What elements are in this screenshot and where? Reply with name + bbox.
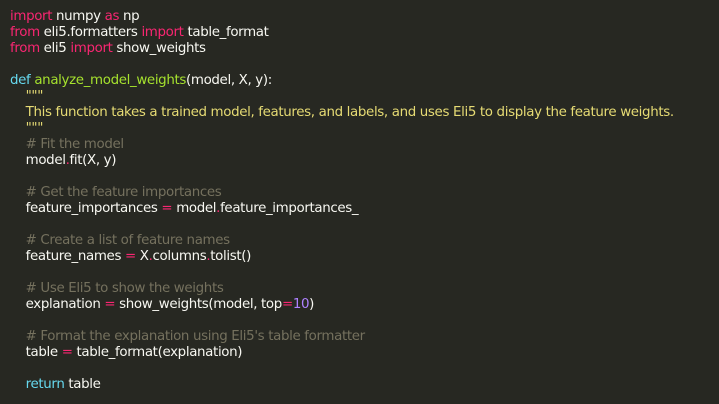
code-token: =	[161, 201, 173, 216]
code-token: # Get the feature importances	[10, 185, 222, 200]
code-token: numpy	[52, 9, 105, 24]
code-token: =	[281, 297, 293, 312]
code-token: np	[119, 9, 140, 24]
code-token: eli5	[39, 41, 71, 56]
code-token: from	[10, 25, 40, 40]
code-token: feature_importances	[10, 201, 162, 216]
code-token: # Format the explanation using Eli5's ta…	[10, 329, 366, 344]
code-line[interactable]: # Get the feature importances	[10, 185, 719, 201]
code-token: tolist()	[210, 249, 252, 264]
code-token: model	[10, 153, 66, 168]
code-line[interactable]: ​	[10, 313, 719, 329]
code-line[interactable]: ​	[10, 265, 719, 281]
code-token: fit(X, y)	[69, 153, 117, 168]
code-token: feature_names	[10, 249, 125, 264]
code-token: (model, X, y):	[186, 73, 272, 88]
code-line[interactable]: from eli5 import show_weights	[10, 41, 719, 57]
code-token: analyze_model_weights	[34, 73, 186, 88]
code-token: """	[10, 89, 44, 104]
code-line[interactable]: # Create a list of feature names	[10, 233, 719, 249]
code-line[interactable]: feature_importances = model.feature_impo…	[10, 201, 719, 217]
code-token: import	[141, 25, 184, 40]
code-token: =	[104, 297, 116, 312]
code-line[interactable]: def analyze_model_weights(model, X, y):	[10, 73, 719, 89]
code-token: model	[172, 201, 217, 216]
code-line[interactable]: explanation = show_weights(model, top=10…	[10, 297, 719, 313]
code-token: # Use Eli5 to show the weights	[10, 281, 224, 296]
code-line[interactable]: ​	[10, 169, 719, 185]
code-line[interactable]: # Use Eli5 to show the weights	[10, 281, 719, 297]
code-token: table	[10, 345, 62, 360]
code-token: from	[10, 41, 40, 56]
code-line[interactable]: ​	[10, 57, 719, 73]
code-token: # Fit the model	[10, 137, 124, 152]
code-token: columns	[152, 249, 207, 264]
code-token: This function takes a trained model, fea…	[10, 105, 675, 120]
code-token: show_weights(model, top	[115, 297, 282, 312]
code-token: # Create a list of feature names	[10, 233, 230, 248]
code-token: eli5.formatters	[39, 25, 142, 40]
code-token: =	[124, 249, 136, 264]
code-token: import	[10, 9, 53, 24]
code-line[interactable]: This function takes a trained model, fea…	[10, 105, 719, 121]
code-token: =	[61, 345, 73, 360]
code-token: def	[10, 73, 31, 88]
code-line[interactable]: table = table_format(explanation)	[10, 345, 719, 361]
code-token: show_weights	[112, 41, 206, 56]
code-line[interactable]: # Format the explanation using Eli5's ta…	[10, 329, 719, 345]
code-token: feature_importances_	[220, 201, 359, 216]
code-editor[interactable]: import numpy as np from eli5.formatters i…	[0, 0, 719, 404]
code-token: return	[25, 377, 65, 392]
code-token: table_format(explanation)	[72, 345, 243, 360]
code-line[interactable]: """	[10, 89, 719, 105]
code-line[interactable]: model.fit(X, y)	[10, 153, 719, 169]
code-token: explanation	[10, 297, 105, 312]
code-line[interactable]: feature_names = X.columns.tolist()	[10, 249, 719, 265]
code-token: )	[309, 297, 315, 312]
code-token: X	[135, 249, 149, 264]
code-token: table	[64, 377, 101, 392]
code-token: as	[104, 9, 120, 24]
code-token: table_format	[183, 25, 269, 40]
code-token: 10	[292, 297, 310, 312]
code-line[interactable]: return table	[10, 377, 719, 393]
code-token: import	[70, 41, 113, 56]
code-line[interactable]: import numpy as np	[10, 9, 719, 25]
code-line[interactable]: # Fit the model	[10, 137, 719, 153]
code-line[interactable]: ​	[10, 361, 719, 377]
code-line[interactable]: from eli5.formatters import table_format	[10, 25, 719, 41]
code-line[interactable]: """	[10, 121, 719, 137]
code-line[interactable]: ​	[10, 217, 719, 233]
code-token: """	[10, 121, 44, 136]
